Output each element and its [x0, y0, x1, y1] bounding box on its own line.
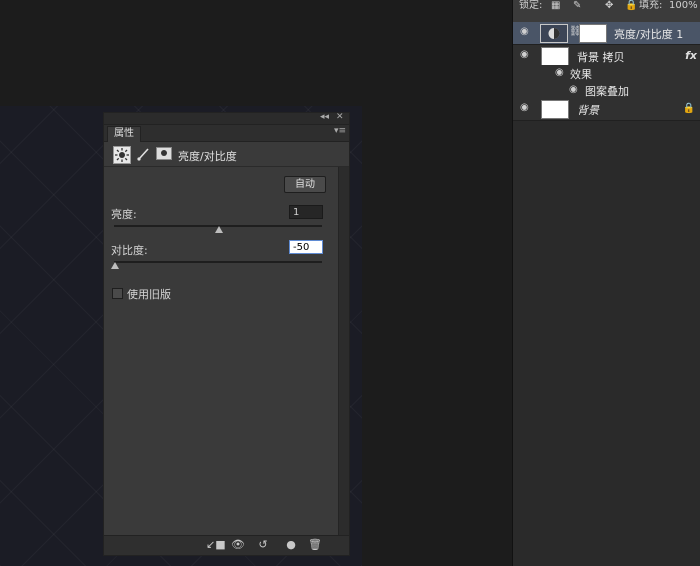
brightness-label: 亮度:: [111, 208, 137, 221]
properties-panel: ◂◂ ✕ 属性 ▾≡ 亮度/对比度 自动 亮度: 1 对比度: -50 使用旧版…: [103, 112, 350, 556]
brush-icon[interactable]: [136, 147, 150, 161]
visibility-eye-icon[interactable]: ◉: [520, 50, 530, 60]
panel-scrollbar[interactable]: [338, 167, 349, 535]
layer-name: 背景 拷贝: [577, 51, 625, 64]
tab-properties[interactable]: 属性: [107, 126, 141, 142]
contrast-slider-track[interactable]: [114, 261, 322, 263]
layers-lock-bar: 锁定: ▦ ✎ ✥ 🔒 填充: 100%: [513, 0, 700, 23]
visibility-icon[interactable]: ●: [283, 538, 299, 552]
lock-position-icon[interactable]: ✥: [605, 0, 613, 14]
fx-badge[interactable]: fx: [685, 49, 697, 62]
lock-label: 锁定:: [519, 0, 543, 11]
layer-name: 亮度/对比度 1: [614, 28, 684, 41]
use-legacy-checkbox[interactable]: [112, 288, 123, 299]
panel-menu-icon[interactable]: ▾≡: [334, 126, 346, 136]
layer-thumbnail: [541, 47, 569, 66]
close-icon[interactable]: ✕: [336, 111, 344, 123]
contrast-input[interactable]: -50: [289, 240, 323, 254]
auto-button[interactable]: 自动: [284, 176, 326, 193]
layer-mask-thumbnail[interactable]: [579, 24, 607, 43]
trash-icon[interactable]: 🗑: [307, 538, 323, 552]
lock-paint-icon[interactable]: ✎: [573, 0, 581, 14]
brightness-slider-thumb[interactable]: [215, 226, 223, 233]
visibility-eye-icon[interactable]: ◉: [520, 27, 530, 37]
visibility-eye-icon[interactable]: ◉: [569, 85, 579, 95]
layer-row-background[interactable]: ◉ 背景 🔒: [513, 98, 700, 121]
lock-all-icon[interactable]: 🔒: [625, 0, 637, 14]
effects-label: 效果: [570, 68, 592, 81]
panel-title-bar[interactable]: ◂◂ ✕: [104, 111, 349, 125]
reset-icon[interactable]: ↺: [255, 538, 271, 552]
layer-thumbnail: [541, 100, 569, 119]
use-legacy-label: 使用旧版: [127, 288, 171, 301]
brightness-contrast-icon[interactable]: [113, 146, 131, 164]
adjustment-title: 亮度/对比度: [178, 150, 237, 163]
contrast-slider-thumb[interactable]: [111, 262, 119, 269]
clip-to-layer-icon[interactable]: ↙■: [206, 538, 226, 552]
visibility-eye-icon[interactable]: ◉: [520, 103, 530, 113]
fill-value[interactable]: 100%: [669, 0, 698, 14]
layers-panel: 锁定: ▦ ✎ ✥ 🔒 填充: 100% ◉ ⛓ 亮度/对比度 1 ◉ 背景 拷…: [512, 0, 700, 566]
effects-row[interactable]: ◉ 效果: [513, 65, 700, 81]
contrast-label: 对比度:: [111, 244, 148, 257]
view-previous-state-icon[interactable]: 👁: [230, 538, 246, 552]
brightness-input[interactable]: 1: [289, 205, 323, 219]
layer-name: 背景: [577, 104, 599, 117]
adjustment-layer-icon: [540, 24, 568, 43]
fill-label: 填充:: [639, 0, 663, 11]
visibility-eye-icon[interactable]: ◉: [555, 68, 565, 78]
mask-icon[interactable]: [156, 147, 172, 160]
lock-icon: 🔒: [682, 103, 695, 114]
panel-bottom-toolbar: ↙■ 👁 ↺ ● 🗑: [104, 535, 349, 555]
collapse-icon[interactable]: ◂◂: [320, 111, 329, 123]
adjustment-type-row: 亮度/对比度: [104, 142, 349, 167]
lock-pixels-icon[interactable]: ▦: [551, 0, 560, 14]
panel-tab-row: 属性 ▾≡: [104, 125, 349, 142]
pattern-overlay-label: 图案叠加: [585, 85, 629, 98]
layer-row-brightness-contrast[interactable]: ◉ ⛓ 亮度/对比度 1: [513, 22, 700, 45]
